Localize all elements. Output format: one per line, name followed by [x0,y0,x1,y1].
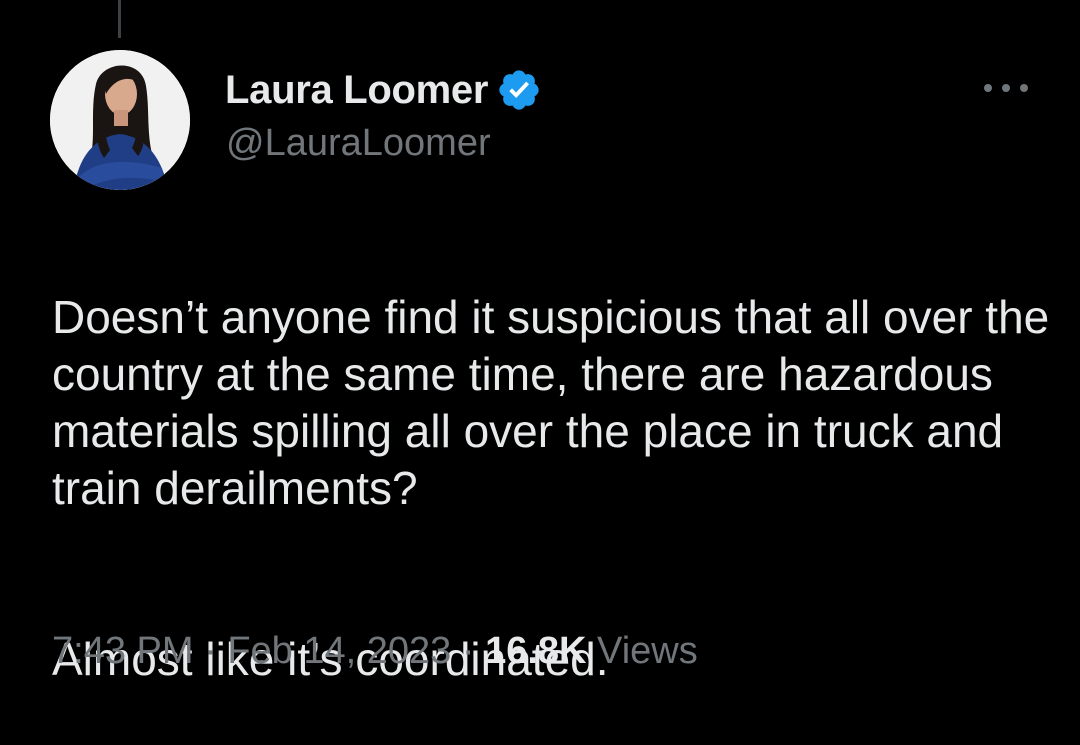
more-horizontal-icon[interactable] [984,80,1028,96]
verified-badge-icon[interactable] [496,67,542,113]
tweet-paragraph: Doesn’t anyone find it suspicious that a… [52,291,1050,514]
views-count: 16.8K [485,630,587,672]
tweet-time[interactable]: 7:43 PM [52,630,194,672]
meta-separator: · [461,630,475,672]
avatar[interactable] [50,50,190,190]
more-dot [984,84,992,92]
views-label: Views [597,630,698,672]
more-dot [1002,84,1010,92]
profile-photo-icon [50,50,190,190]
author-display-name[interactable]: Laura Loomer [225,68,488,113]
tweet-date[interactable]: Feb 14, 2023 [227,630,451,672]
tweet-metadata: 7:43 PM · Feb 14, 2023 · 16.8K Views [52,630,698,673]
thread-connector-line [118,0,121,38]
author-name-row: Laura Loomer [225,64,542,116]
author-handle[interactable]: @LauraLoomer [226,122,491,165]
meta-separator: · [204,630,217,672]
more-dot [1020,84,1028,92]
